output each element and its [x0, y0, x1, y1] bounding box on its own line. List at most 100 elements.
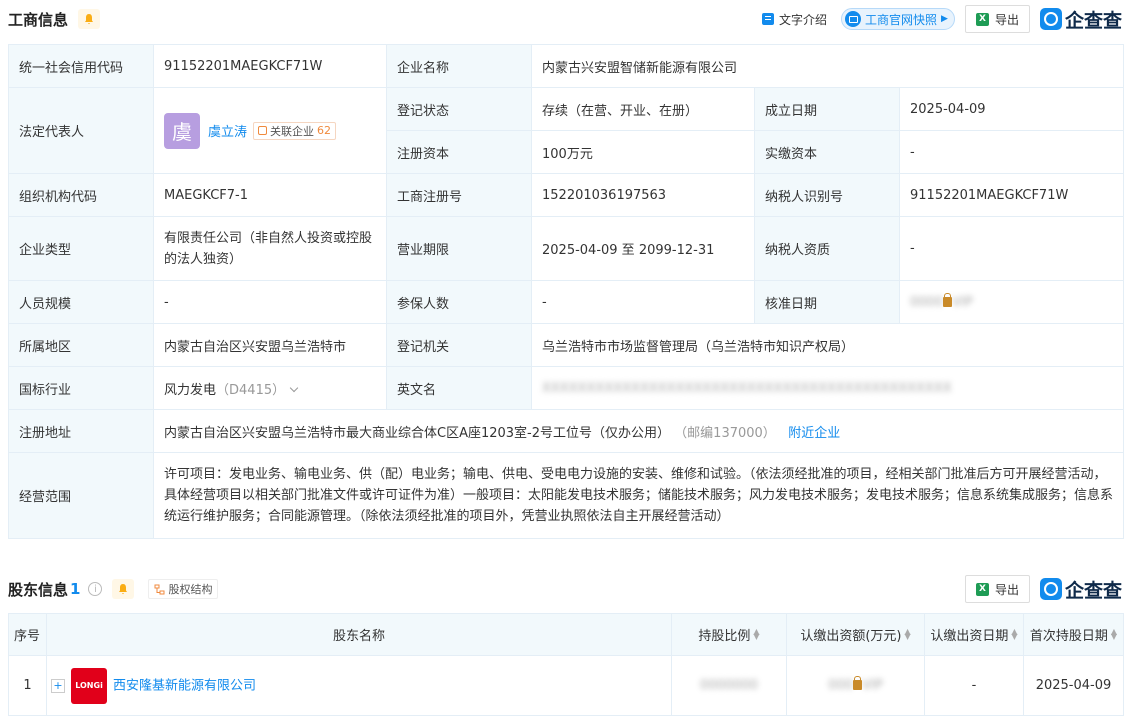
address-cell: 内蒙古自治区兴安盟乌兰浩特市最大商业综合体C区A座1203室-2号工位号（仅办公…: [152, 409, 1125, 453]
approval-date-locked[interactable]: 0000 VIP: [898, 280, 1125, 324]
table-row: 1 + LONGi 西安隆基新能源有限公司 0000000 000 VIP - 202…: [8, 655, 1124, 716]
found-date-label: 成立日期: [754, 87, 900, 131]
taxpayer-qual-value: -: [898, 216, 1125, 281]
business-info-title: 工商信息: [8, 10, 69, 29]
table-row: 国标行业 风力发电（D4415） 英文名 XXXXXXXXXXXXXXXXXXX…: [8, 366, 1125, 410]
brand-logo: 企查查: [1039, 6, 1122, 33]
vip-badge-blurred: VIP: [862, 678, 883, 693]
region-label: 所属地区: [8, 323, 154, 367]
col-index: 序号: [8, 613, 47, 656]
insured-label: 参保人数: [386, 280, 532, 324]
shareholder-table: 序号 股东名称 持股比例 ▲ ▼ 认缴出资额(万元) ▲ ▼ 认缴出资日期 ▲ ▼ 首次持股…: [8, 613, 1124, 716]
address-value: 内蒙古自治区兴安盟乌兰浩特市最大商业综合体C区A座1203室-2号工位号（仅办公…: [164, 425, 671, 441]
nearby-companies-link[interactable]: 附近企业: [788, 426, 840, 441]
taxpayer-id-value: 91152201MAEGKCF71W: [898, 173, 1125, 217]
business-info-table: 统一社会信用代码 91152201MAEGKCF71W 企业名称 内蒙古兴安盟智…: [8, 44, 1125, 539]
equity-structure-label: 股权结构: [168, 583, 213, 596]
sort-icon: ▲ ▼: [753, 627, 760, 641]
scope-value: 许可项目：发电业务、输电业务、供（配）电业务；输电、供电、受电电力设施的安装、维…: [152, 452, 1125, 539]
table-header-row: 序号 股东名称 持股比例 ▲ ▼ 认缴出资额(万元) ▲ ▼ 认缴出资日期 ▲ ▼ 首次持股…: [8, 613, 1124, 656]
ent-type-value: 有限责任公司（非自然人投资或控股的法人独资）: [153, 216, 387, 281]
text-intro-link[interactable]: 文字介绍: [762, 11, 827, 28]
org-code-value: MAEGKCF7-1: [153, 173, 387, 217]
export-label: 导出: [994, 582, 1019, 597]
reg-status-label: 登记状态: [386, 87, 532, 131]
subscribed-amount-locked[interactable]: 000 VIP: [786, 655, 925, 716]
brand-name: 企查查: [1064, 579, 1122, 602]
table-row: 企业类型 有限责任公司（非自然人投资或控股的法人独资） 营业期限 2025-04…: [8, 216, 1125, 281]
triangle-right-icon: ▶: [941, 14, 948, 24]
vip-badge-blurred: VIP: [952, 294, 973, 310]
biz-reg-no-label: 工商注册号: [386, 173, 532, 217]
shareholder-title: 股东信息: [8, 580, 69, 599]
camera-icon: [845, 11, 862, 27]
text-intro-label: 文字介绍: [779, 12, 828, 27]
table-row: 人员规模 - 参保人数 - 核准日期 0000 VIP: [8, 280, 1125, 324]
col-subscribed-date-label: 认缴出资日期: [930, 629, 1009, 644]
address-label: 注册地址: [8, 409, 154, 453]
company-name-label: 企业名称: [386, 44, 532, 88]
org-code-label: 组织机构代码: [8, 173, 154, 217]
export-button[interactable]: X 导出: [964, 5, 1030, 33]
company-logo: LONGi: [71, 667, 107, 704]
found-date-value: 2025-04-09: [898, 87, 1125, 131]
table-row: 注册地址 内蒙古自治区兴安盟乌兰浩特市最大商业综合体C区A座1203室-2号工位…: [8, 409, 1125, 453]
paid-capital-value: -: [898, 130, 1125, 174]
blurred-value: 0000000: [700, 678, 758, 693]
qichacha-logo-icon: [1039, 8, 1062, 30]
industry-label: 国标行业: [8, 366, 154, 410]
avatar[interactable]: 虞: [164, 112, 200, 149]
first-hold-date-value: 2025-04-09: [1023, 655, 1124, 716]
col-first-hold-date[interactable]: 首次持股日期 ▲ ▼: [1023, 613, 1124, 656]
excel-icon: X: [975, 582, 989, 596]
blurred-value: XXXXXXXXXXXXXXXXXXXXXXXXXXXXXXXXXXXXXXXX…: [542, 380, 952, 396]
info-icon[interactable]: i: [88, 582, 103, 596]
table-row: 统一社会信用代码 91152201MAEGKCF71W 企业名称 内蒙古兴安盟智…: [8, 44, 1125, 88]
biz-term-label: 营业期限: [386, 216, 532, 281]
shareholder-count: 1: [70, 580, 81, 598]
taxpayer-qual-label: 纳税人资质: [754, 216, 900, 281]
document-icon: [762, 13, 775, 25]
shareholder-actions: X 导出 企查查: [964, 575, 1122, 603]
subscribed-date-value: -: [924, 655, 1024, 716]
postcode: （邮编137000）: [674, 425, 776, 441]
col-first-hold-date-label: 首次持股日期: [1029, 629, 1108, 644]
bell-icon[interactable]: [112, 579, 135, 599]
lock-icon: [853, 676, 863, 690]
legal-rep-name-link[interactable]: 虞立涛: [208, 125, 247, 140]
col-subscribed-amount-label: 认缴出资额(万元): [800, 629, 902, 644]
qichacha-logo-icon: [1039, 578, 1062, 600]
org-chart-icon: [154, 584, 165, 594]
equity-structure-button[interactable]: 股权结构: [148, 579, 219, 599]
table-row: 所属地区 内蒙古自治区兴安盟乌兰浩特市 登记机关 乌兰浩特市市场监督管理局（乌兰…: [8, 323, 1125, 367]
related-companies-tag[interactable]: 关联企业 62: [253, 121, 337, 140]
snapshot-label: 工商官网快照: [865, 12, 938, 27]
legal-rep-cell: 虞虞立涛 关联企业 62: [153, 87, 387, 174]
excel-icon: X: [975, 12, 989, 26]
row-index: 1: [8, 655, 47, 716]
bell-icon[interactable]: [78, 9, 101, 29]
blurred-value: 0000: [910, 294, 944, 310]
expand-plus-icon[interactable]: +: [51, 678, 65, 693]
table-row: 经营范围 许可项目：发电业务、输电业务、供（配）电业务；输电、供电、受电电力设施…: [8, 452, 1125, 539]
col-ratio[interactable]: 持股比例 ▲ ▼: [671, 613, 787, 656]
export-button[interactable]: X 导出: [964, 575, 1030, 603]
shareholder-name-link[interactable]: 西安隆基新能源有限公司: [113, 678, 256, 693]
reg-status-value: 存续（在营、开业、在册）: [531, 87, 755, 131]
credit-code-label: 统一社会信用代码: [8, 44, 154, 88]
region-value: 内蒙古自治区兴安盟乌兰浩特市: [153, 323, 387, 367]
snapshot-button[interactable]: 工商官网快照 ▶: [841, 8, 955, 30]
paid-capital-label: 实缴资本: [754, 130, 900, 174]
blurred-value: 000: [828, 678, 854, 693]
related-count: 62: [317, 124, 332, 137]
reg-authority-value: 乌兰浩特市市场监督管理局（乌兰浩特市知识产权局）: [530, 323, 1125, 367]
staff-size-label: 人员规模: [8, 280, 154, 324]
en-name-value-blurred: XXXXXXXXXXXXXXXXXXXXXXXXXXXXXXXXXXXXXXXX…: [530, 366, 1125, 410]
business-info-header: 工商信息 文字介绍 工商官网快照 ▶ X 导出 企查查: [8, 2, 1122, 36]
col-name: 股东名称: [46, 613, 672, 656]
approval-date-label: 核准日期: [754, 280, 900, 324]
col-subscribed-amount[interactable]: 认缴出资额(万元) ▲ ▼: [786, 613, 925, 656]
col-subscribed-date[interactable]: 认缴出资日期 ▲ ▼: [924, 613, 1024, 656]
industry-cell[interactable]: 风力发电（D4415）: [153, 366, 387, 410]
link-icon: [258, 126, 268, 135]
